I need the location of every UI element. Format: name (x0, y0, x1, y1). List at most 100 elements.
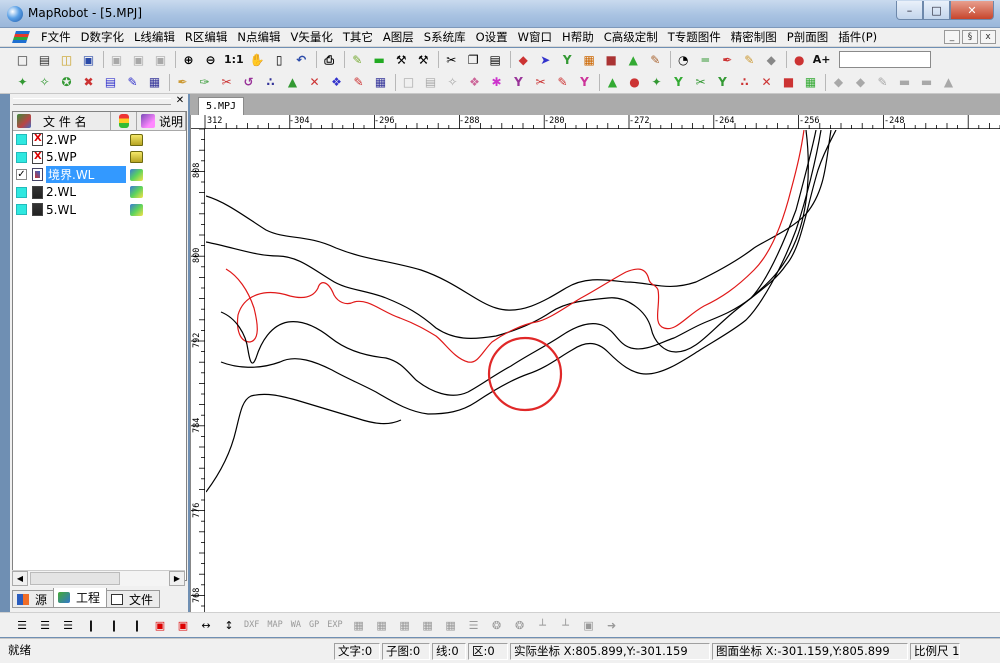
area-link-icon[interactable]: ✕ (758, 74, 775, 91)
lock-icon[interactable] (130, 151, 143, 164)
area-grid-icon[interactable]: ▦ (802, 74, 819, 91)
menu-other[interactable]: T其它 (338, 29, 378, 45)
menu-plugin[interactable]: 插件(P) (833, 29, 882, 45)
contour-line-bottom[interactable] (206, 393, 402, 493)
menu-region-edit[interactable]: R区编辑 (180, 29, 233, 45)
zoom-out-icon[interactable]: ⊖ (202, 51, 219, 68)
map-view[interactable]: 312 -304 -296 -288 -280 -272 -264 -256 -… (190, 115, 1000, 612)
list-item[interactable]: 2.WP (13, 131, 186, 149)
tab-file[interactable]: 文件 (106, 590, 161, 608)
point-copy-icon[interactable]: ✪ (58, 74, 75, 91)
green-bar-icon[interactable]: ▬ (371, 51, 388, 68)
cut-icon[interactable]: ✂ (443, 51, 460, 68)
area-color-icon[interactable]: ● (626, 74, 643, 91)
scroll-right-button[interactable]: ▶ (169, 571, 185, 586)
maximize-button[interactable]: □ (923, 1, 950, 20)
area-block-icon[interactable]: ■ (780, 74, 797, 91)
menu-file[interactable]: F文件 (36, 29, 76, 45)
fit-height-icon[interactable]: ↕ (221, 617, 237, 633)
file-name[interactable]: 2.WL (46, 185, 126, 199)
visibility-checkbox[interactable] (16, 134, 27, 146)
line-draw-icon[interactable]: ✒ (174, 74, 191, 91)
area-fill-icon[interactable]: ▲ (604, 74, 621, 91)
menu-system-lib[interactable]: S系统库 (419, 29, 471, 45)
export-gp-button[interactable]: GP (309, 620, 319, 630)
menu-thematic[interactable]: T专题图件 (663, 29, 726, 45)
new-doc-icon[interactable]: ▤ (36, 51, 53, 68)
point-param-icon[interactable]: ▤ (102, 74, 119, 91)
file-name[interactable]: 2.WP (46, 133, 126, 147)
line-pen-icon[interactable]: ✑ (196, 74, 213, 91)
print-icon[interactable]: ⎙ (321, 51, 338, 68)
region-tool-icon[interactable]: Y (576, 74, 593, 91)
map-canvas[interactable] (206, 130, 1000, 612)
file-name[interactable]: 5.WP (46, 150, 126, 164)
pen-icon[interactable]: ✒ (719, 51, 736, 68)
menu-line-edit[interactable]: L线编辑 (129, 29, 180, 45)
area-branch-icon[interactable]: Y (714, 74, 731, 91)
area-fork-icon[interactable]: Y (670, 74, 687, 91)
tab-source[interactable]: 源 (12, 590, 55, 608)
region-copy-icon[interactable]: ✱ (488, 74, 505, 91)
close-button[interactable]: ✕ (950, 1, 994, 20)
align-left-icon[interactable]: ☰ (14, 617, 30, 633)
eraser-tool-icon[interactable]: ◆ (763, 51, 780, 68)
line-style-icon[interactable]: ═ (697, 51, 714, 68)
export-map-button[interactable]: MAP (267, 620, 282, 630)
line-delete-icon[interactable]: ✕ (306, 74, 323, 91)
file-name[interactable]: 境界.WL (46, 166, 126, 184)
column-header-status[interactable] (111, 112, 137, 130)
mdi-restore-button[interactable]: § (962, 30, 978, 44)
block-icon[interactable]: ■ (603, 51, 620, 68)
menu-settings[interactable]: O设置 (471, 29, 513, 45)
list-item[interactable]: 5.WP (13, 149, 186, 167)
line-cut-icon[interactable]: ✂ (218, 74, 235, 91)
list-item[interactable]: ✓ 境界.WL (13, 166, 186, 184)
hammer-icon[interactable]: ⚒ (415, 51, 432, 68)
distribute-h-icon[interactable]: ❙ (129, 617, 145, 633)
menu-vectorize[interactable]: V矢量化 (286, 29, 338, 45)
file-name[interactable]: 5.WL (46, 203, 126, 217)
menu-digitize[interactable]: D数字化 (76, 29, 129, 45)
contour-line-lower-outer[interactable] (220, 130, 822, 415)
editable-icon[interactable] (130, 168, 143, 181)
region-join-icon[interactable]: ❖ (466, 74, 483, 91)
line-extend-icon[interactable]: ❖ (328, 74, 345, 91)
paste-icon[interactable]: ▤ (487, 51, 504, 68)
undo-icon[interactable]: ↶ (293, 51, 310, 68)
tab-project[interactable]: 工程 (53, 588, 108, 608)
area-move-icon[interactable]: ✦ (648, 74, 665, 91)
contour-line-lower-mid[interactable] (220, 130, 817, 396)
region-fork-icon[interactable]: Y (510, 74, 527, 91)
paint-icon[interactable]: ✎ (741, 51, 758, 68)
menu-layer[interactable]: A图层 (378, 29, 419, 45)
node-edit-icon[interactable]: ◆ (515, 51, 532, 68)
visibility-checkbox[interactable] (16, 151, 27, 163)
visibility-checkbox[interactable] (16, 186, 27, 198)
scroll-thumb[interactable] (30, 572, 120, 585)
line-grid-icon[interactable]: ▦ (372, 74, 389, 91)
new-file-icon[interactable]: □ (14, 51, 31, 68)
point-grid-icon[interactable]: ▦ (146, 74, 163, 91)
region-cut-icon[interactable]: ✂ (532, 74, 549, 91)
area-join-icon[interactable]: ∴ (736, 74, 753, 91)
line-move-icon[interactable]: ↺ (240, 74, 257, 91)
line-copy-icon[interactable]: ▲ (284, 74, 301, 91)
text-enlarge-button[interactable]: A+ (813, 53, 831, 66)
frame-top-icon[interactable]: ▣ (175, 617, 191, 633)
scroll-left-button[interactable]: ◀ (12, 571, 28, 586)
network-icon[interactable]: ▦ (581, 51, 598, 68)
panel-close-button[interactable]: ✕ (174, 95, 186, 106)
menu-help[interactable]: H帮助 (557, 29, 599, 45)
region-edit-icon[interactable]: ✎ (554, 74, 571, 91)
contour-line-outer[interactable] (206, 130, 832, 311)
gauge-icon[interactable]: ◔ (675, 51, 692, 68)
visibility-checkbox[interactable]: ✓ (16, 169, 27, 181)
column-header-name[interactable]: 文 件 名 (13, 112, 111, 130)
brush-icon[interactable]: ✎ (647, 51, 664, 68)
align-center-icon[interactable]: ☰ (37, 617, 53, 633)
panel-grip[interactable] (10, 94, 188, 108)
visibility-checkbox[interactable] (16, 204, 27, 216)
point-edit-icon[interactable]: ✎ (124, 74, 141, 91)
tools-icon[interactable]: ⚒ (393, 51, 410, 68)
